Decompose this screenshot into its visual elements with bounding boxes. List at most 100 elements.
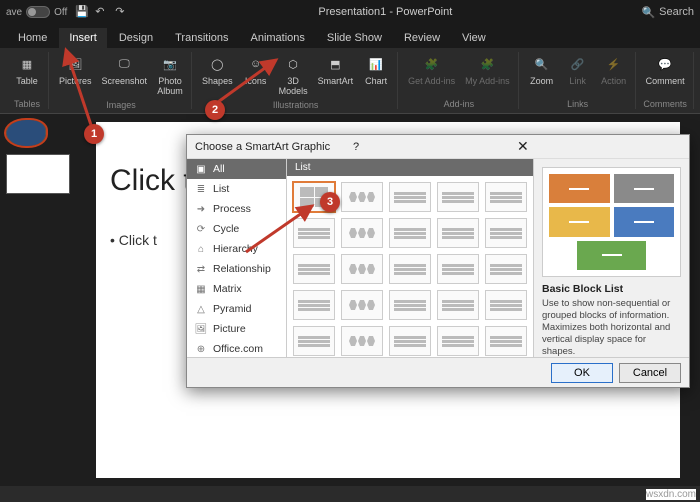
smartart-option[interactable] xyxy=(437,182,479,212)
ribbon-button-label: Get Add-ins xyxy=(408,76,455,86)
ok-button[interactable]: OK xyxy=(551,363,613,383)
layout-preview-icon xyxy=(349,264,375,274)
document-title: Presentation1 - PowerPoint xyxy=(137,6,633,18)
redo-icon[interactable]: ↷ xyxy=(115,5,129,19)
pictures-button[interactable]: 🖼Pictures xyxy=(55,52,96,88)
smartart-option[interactable] xyxy=(341,218,383,248)
photo-album-button[interactable]: 📷Photo Album xyxy=(153,52,187,98)
table-button[interactable]: ▦Table xyxy=(10,52,44,88)
slide-body-placeholder[interactable]: • Click t xyxy=(110,232,157,248)
smartart-option[interactable] xyxy=(437,218,479,248)
slide-thumb-1[interactable] xyxy=(6,120,46,146)
group-label: Images xyxy=(106,98,136,110)
smartart-option[interactable] xyxy=(341,254,383,284)
preview-description: Use to show non-sequential or grouped bl… xyxy=(542,298,681,357)
help-button[interactable]: ? xyxy=(353,141,511,153)
smartart-option[interactable] xyxy=(389,218,431,248)
smartart-option[interactable] xyxy=(389,326,431,356)
autosave-toggle[interactable]: ave Off xyxy=(6,6,67,18)
layout-preview-icon xyxy=(490,336,522,347)
category-process[interactable]: ➜Process xyxy=(187,199,286,219)
layout-preview-icon xyxy=(349,336,375,346)
group-text: AText Box▤Header & FooterAWordArtText xyxy=(696,52,700,109)
layout-preview-icon xyxy=(442,192,474,203)
category-label: Cycle xyxy=(213,223,239,235)
smartart-option[interactable] xyxy=(293,218,335,248)
category-relationship[interactable]: ⇄Relationship xyxy=(187,259,286,279)
smartart-option[interactable] xyxy=(389,290,431,320)
chart-button[interactable]: 📊Chart xyxy=(359,52,393,88)
close-icon[interactable]: ✕ xyxy=(511,138,681,155)
category-pyramid[interactable]: △Pyramid xyxy=(187,299,286,319)
tab-transitions[interactable]: Transitions xyxy=(165,28,238,48)
layout-preview-icon xyxy=(442,336,474,347)
tab-animations[interactable]: Animations xyxy=(241,28,315,48)
category-hierarchy[interactable]: ⌂Hierarchy xyxy=(187,239,286,259)
ribbon-button-label: Icons xyxy=(245,76,267,86)
slide-thumb-2[interactable] xyxy=(6,154,70,194)
smartart-option[interactable] xyxy=(437,326,479,356)
shapes-button[interactable]: ◯Shapes xyxy=(198,52,237,88)
smartart-option[interactable] xyxy=(293,326,335,356)
preview-block xyxy=(614,207,675,236)
smartart-option[interactable] xyxy=(341,290,383,320)
link-icon: 🔗 xyxy=(568,54,588,74)
shape-preview-icon xyxy=(7,120,45,146)
tab-home[interactable]: Home xyxy=(8,28,57,48)
category-picture[interactable]: 🖼Picture xyxy=(187,319,286,339)
smartart-option[interactable] xyxy=(437,290,479,320)
title-bar: ave Off 💾 ↶ ↷ Presentation1 - PowerPoint… xyxy=(0,0,700,24)
ribbon-button-label: Pictures xyxy=(59,76,92,86)
smartart-option[interactable] xyxy=(485,254,527,284)
save-icon[interactable]: 💾 xyxy=(75,5,89,19)
tab-view[interactable]: View xyxy=(452,28,496,48)
screenshot-button[interactable]: 🖵Screenshot xyxy=(98,52,152,88)
ribbon-button-label: Photo Album xyxy=(157,76,183,96)
comment-button[interactable]: 💬Comment xyxy=(642,52,689,88)
zoom-button[interactable]: 🔍Zoom xyxy=(525,52,559,88)
smartart-option[interactable] xyxy=(341,326,383,356)
layout-preview-icon xyxy=(490,192,522,203)
category-list[interactable]: ≣List xyxy=(187,179,286,199)
3d-models-button[interactable]: ⬡3D Models xyxy=(275,52,312,98)
layout-preview-icon xyxy=(490,264,522,275)
smartart-option[interactable] xyxy=(485,326,527,356)
group-links: 🔍Zoom🔗Link⚡ActionLinks xyxy=(521,52,636,109)
layout-preview-icon xyxy=(442,264,474,275)
autosave-state: Off xyxy=(54,7,67,18)
category-matrix[interactable]: ▦Matrix xyxy=(187,279,286,299)
smartart-option[interactable] xyxy=(389,182,431,212)
category-icon: 🖼 xyxy=(195,323,207,335)
smartart-option[interactable] xyxy=(341,182,383,212)
smartart-option[interactable] xyxy=(293,254,335,284)
smartart-option[interactable] xyxy=(485,182,527,212)
ribbon-button-label: Link xyxy=(569,76,586,86)
smartart-button[interactable]: ⬒SmartArt xyxy=(314,52,358,88)
icons-button[interactable]: ☺Icons xyxy=(239,52,273,88)
preview-figure xyxy=(542,167,681,277)
tab-insert[interactable]: Insert xyxy=(59,28,107,48)
dialog-body: ▣All≣List➜Process⟳Cycle⌂Hierarchy⇄Relati… xyxy=(187,159,689,357)
category-icon: ⇄ xyxy=(195,263,207,275)
tab-review[interactable]: Review xyxy=(394,28,450,48)
undo-icon[interactable]: ↶ xyxy=(95,5,109,19)
smartart-option[interactable] xyxy=(389,254,431,284)
cancel-button[interactable]: Cancel xyxy=(619,363,681,383)
get-add-ins-icon: 🧩 xyxy=(422,54,442,74)
toggle-icon[interactable] xyxy=(26,6,50,18)
group-label: Illustrations xyxy=(273,98,319,110)
smartart-option[interactable] xyxy=(485,290,527,320)
smartart-option[interactable] xyxy=(485,218,527,248)
category-all[interactable]: ▣All xyxy=(187,159,286,179)
slide-title-placeholder[interactable]: Click t xyxy=(110,164,192,198)
smartart-option[interactable] xyxy=(293,290,335,320)
smartart-option[interactable] xyxy=(437,254,479,284)
table-icon: ▦ xyxy=(17,54,37,74)
tab-slide-show[interactable]: Slide Show xyxy=(317,28,392,48)
category-office-com[interactable]: ⊕Office.com xyxy=(187,339,286,357)
tab-design[interactable]: Design xyxy=(109,28,163,48)
search-box[interactable]: 🔍 Search xyxy=(641,6,694,19)
category-cycle[interactable]: ⟳Cycle xyxy=(187,219,286,239)
category-icon: ▣ xyxy=(195,163,207,175)
category-list: ▣All≣List➜Process⟳Cycle⌂Hierarchy⇄Relati… xyxy=(187,159,287,357)
